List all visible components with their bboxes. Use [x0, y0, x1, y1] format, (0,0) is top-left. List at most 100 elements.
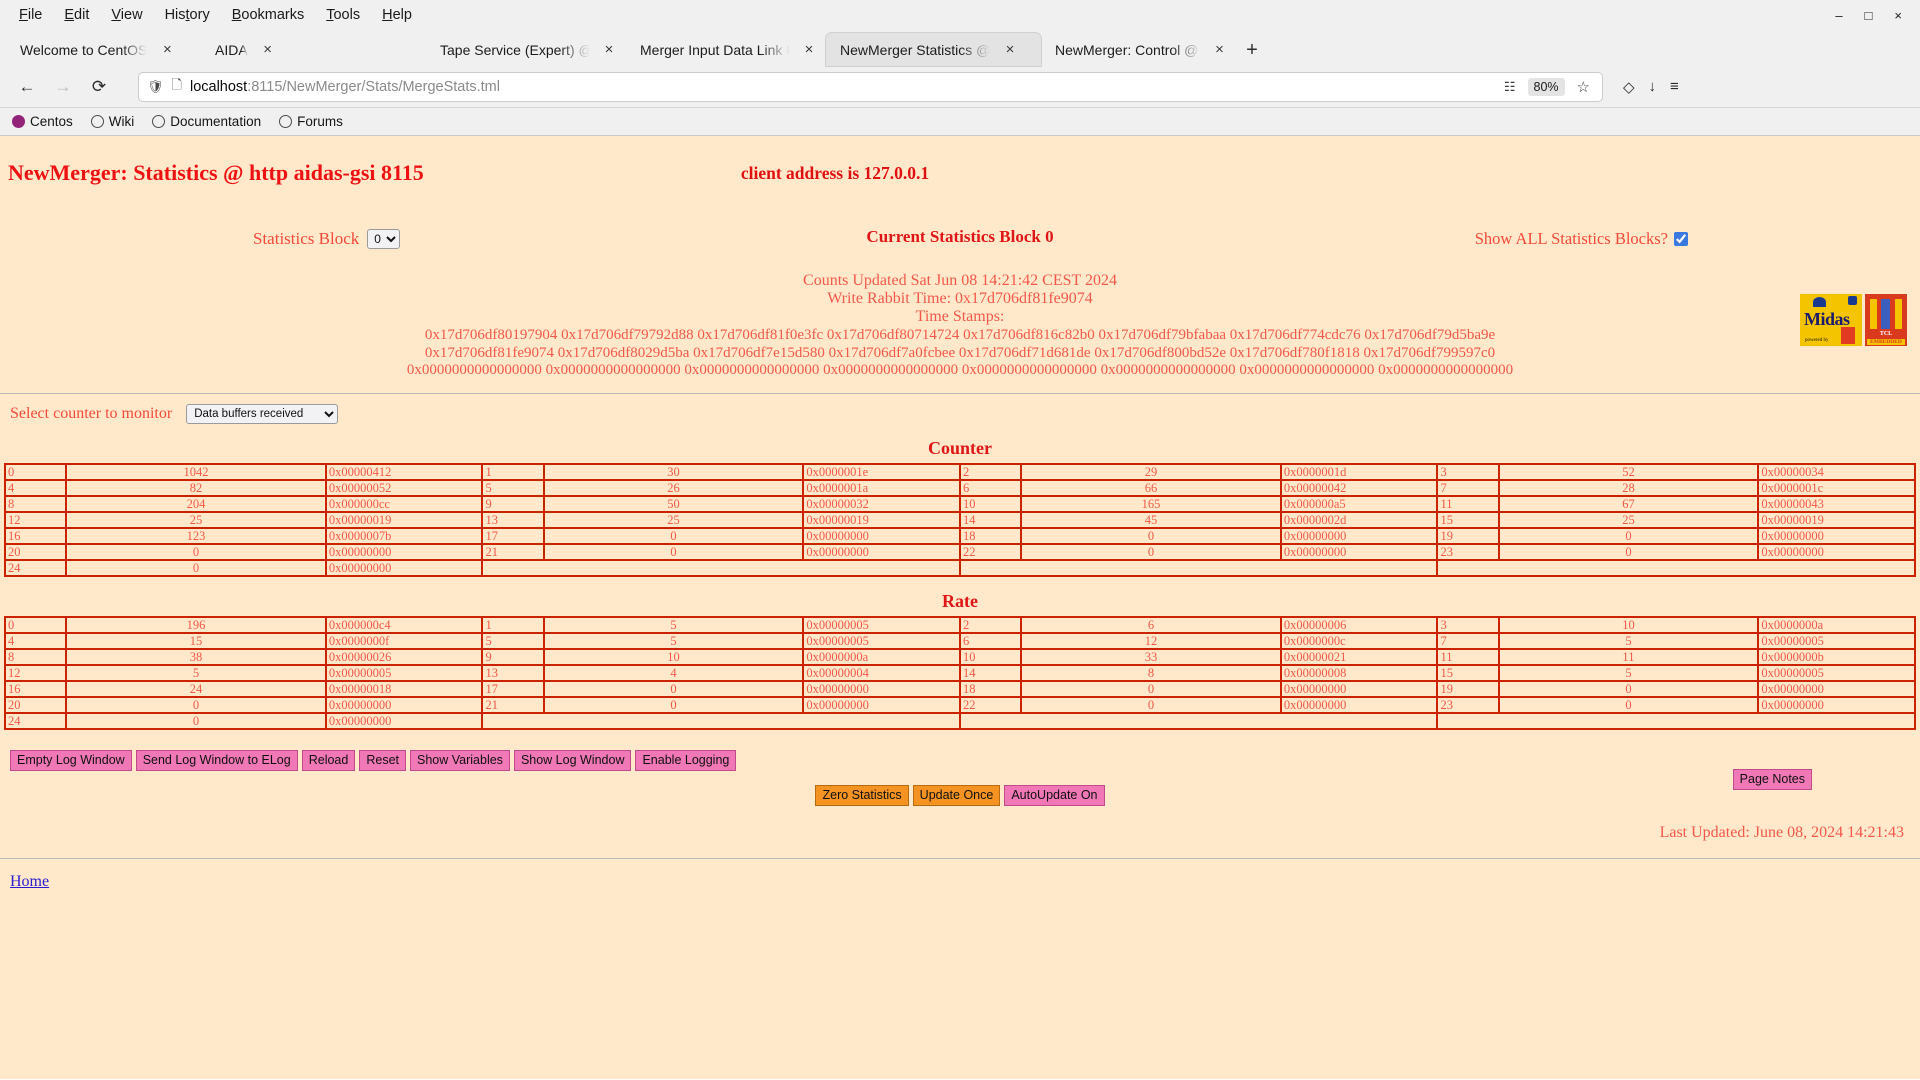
- menu-file[interactable]: File: [8, 3, 53, 27]
- cell-empty: [1437, 713, 1915, 729]
- tab-close-icon[interactable]: ×: [1002, 42, 1018, 57]
- counter-section-title: Counter: [0, 438, 1920, 459]
- cell-hex: 0x0000000c: [1281, 633, 1438, 649]
- forward-arrow-icon[interactable]: →: [48, 72, 78, 102]
- show-variables-button[interactable]: Show Variables: [410, 750, 510, 771]
- cell-hex: 0x00000005: [1758, 633, 1915, 649]
- tab-close-icon[interactable]: ×: [260, 42, 276, 57]
- cell-hex: 0x00000018: [326, 681, 483, 697]
- tcl-stripe-icon: [1895, 299, 1902, 329]
- cell-empty: [482, 560, 959, 576]
- show-log-window-button[interactable]: Show Log Window: [514, 750, 632, 771]
- cell-hex: 0x0000000b: [1758, 649, 1915, 665]
- reload-icon[interactable]: ⟳: [84, 72, 114, 102]
- cell-decimal: 25: [1499, 512, 1759, 528]
- rate-table: 01960x000000c4150x00000005260x0000000631…: [4, 616, 1916, 730]
- zero-statistics-button[interactable]: Zero Statistics: [815, 785, 908, 806]
- tab-newmerger-statistics[interactable]: NewMerger Statistics @ aidas ×: [826, 33, 1041, 66]
- select-counter-dropdown[interactable]: Data buffers receivedData buffers sentBy…: [186, 404, 338, 424]
- cell-index: 11: [1437, 496, 1498, 512]
- menu-tools[interactable]: Tools: [315, 3, 371, 27]
- tab-welcome-to-centos[interactable]: Welcome to CentOS ×: [6, 33, 201, 66]
- menu-view[interactable]: View: [100, 3, 153, 27]
- download-icon[interactable]: ↓: [1649, 78, 1657, 95]
- tab-merger-input-data-link-rates[interactable]: Merger Input Data Link Rates ×: [626, 33, 826, 66]
- update-once-button[interactable]: Update Once: [913, 785, 1001, 806]
- menu-bookmarks[interactable]: Bookmarks: [221, 3, 316, 27]
- show-all-blocks-checkbox[interactable]: [1674, 232, 1688, 246]
- cell-decimal: 33: [1021, 649, 1281, 665]
- menu-history[interactable]: History: [154, 3, 221, 27]
- autoupdate-toggle-button[interactable]: AutoUpdate On: [1004, 785, 1104, 806]
- menu-help[interactable]: Help: [371, 3, 423, 27]
- cell-hex: 0x00000008: [1281, 665, 1438, 681]
- tab-label: NewMerger: Control @ aidas: [1055, 42, 1201, 58]
- tcl-logo-text: TCL: [1865, 331, 1907, 337]
- back-arrow-icon[interactable]: ←: [12, 72, 42, 102]
- tab-tape-service-expert[interactable]: Tape Service (Expert) @ aidas ×: [426, 33, 626, 66]
- bookmark-centos[interactable]: Centos: [12, 114, 73, 129]
- cell-hex: 0x00000000: [326, 713, 483, 729]
- close-window-icon[interactable]: ×: [1894, 9, 1902, 22]
- cell-decimal: 0: [66, 713, 326, 729]
- table-row: 12250x0000001913250x0000001914450x000000…: [5, 512, 1915, 528]
- tab-close-icon[interactable]: ×: [159, 42, 175, 57]
- bookmark-forums[interactable]: Forums: [279, 114, 343, 129]
- new-tab-button[interactable]: +: [1236, 34, 1268, 66]
- cell-index: 20: [5, 697, 66, 713]
- tab-close-icon[interactable]: ×: [802, 42, 816, 57]
- cell-hex: 0x00000000: [803, 528, 960, 544]
- cell-hex: 0x0000001a: [803, 480, 960, 496]
- cell-decimal: 66: [1021, 480, 1281, 496]
- table-row: 161230x0000007b1700x000000001800x0000000…: [5, 528, 1915, 544]
- address-bar[interactable]: 🛡 🗋 localhost:8115/NewMerger/Stats/Merge…: [138, 72, 1603, 102]
- cell-decimal: 0: [544, 544, 804, 560]
- tab-close-icon[interactable]: ×: [1213, 42, 1226, 57]
- pocket-icon[interactable]: ◇: [1623, 78, 1635, 96]
- bookmark-wiki[interactable]: Wiki: [91, 114, 135, 129]
- cell-hex: 0x0000001e: [803, 464, 960, 480]
- cell-index: 24: [5, 560, 66, 576]
- time-stamps-row: 0x17d706df81fe9074 0x17d706df8029d5ba 0x…: [0, 345, 1920, 362]
- bookmark-documentation[interactable]: Documentation: [152, 114, 261, 129]
- cell-hex: 0x00000000: [326, 560, 483, 576]
- bookmark-label: Centos: [30, 114, 73, 129]
- cell-decimal: 25: [544, 512, 804, 528]
- reader-view-icon[interactable]: ☷: [1500, 79, 1520, 95]
- minimize-icon[interactable]: –: [1835, 9, 1842, 22]
- midas-logo-subtext: powered by: [1805, 338, 1828, 343]
- cell-decimal: 28: [1499, 480, 1759, 496]
- reload-button[interactable]: Reload: [302, 750, 356, 771]
- bookmark-star-icon[interactable]: ☆: [1573, 78, 1594, 96]
- app-menu-icon[interactable]: ≡: [1670, 78, 1679, 95]
- reset-button[interactable]: Reset: [359, 750, 406, 771]
- cell-index: 3: [1437, 464, 1498, 480]
- page-content: NewMerger: Statistics @ http aidas-gsi 8…: [0, 136, 1920, 1079]
- tab-label: Merger Input Data Link Rates: [640, 42, 790, 58]
- cell-decimal: 0: [1499, 681, 1759, 697]
- tab-aida[interactable]: AIDA ×: [201, 33, 426, 66]
- zoom-level-indicator[interactable]: 80%: [1528, 78, 1565, 96]
- empty-log-window-button[interactable]: Empty Log Window: [10, 750, 132, 771]
- maximize-icon[interactable]: □: [1865, 9, 1873, 22]
- cell-hex: 0x0000000f: [326, 633, 483, 649]
- bookmark-label: Forums: [297, 114, 343, 129]
- tab-close-icon[interactable]: ×: [602, 42, 616, 57]
- menu-edit[interactable]: Edit: [53, 3, 100, 27]
- page-notes-button[interactable]: Page Notes: [1733, 769, 1812, 790]
- globe-icon: [91, 115, 104, 128]
- time-stamps-row: 0x17d706df80197904 0x17d706df79792d88 0x…: [0, 327, 1920, 344]
- cell-hex: 0x00000042: [1281, 480, 1438, 496]
- cell-hex: 0x000000c4: [326, 617, 483, 633]
- cell-decimal: 10: [1499, 617, 1759, 633]
- cell-decimal: 38: [66, 649, 326, 665]
- cell-hex: 0x00000043: [1758, 496, 1915, 512]
- tab-label: Tape Service (Expert) @ aidas: [440, 42, 590, 58]
- tab-newmerger-control[interactable]: NewMerger: Control @ aidas ×: [1041, 33, 1236, 66]
- cell-index: 12: [5, 512, 66, 528]
- send-log-to-elog-button[interactable]: Send Log Window to ELog: [136, 750, 298, 771]
- home-link[interactable]: Home: [0, 859, 49, 891]
- action-button-row: Zero Statistics Update Once AutoUpdate O…: [0, 785, 1920, 806]
- enable-logging-button[interactable]: Enable Logging: [635, 750, 736, 771]
- statistics-block-controls: Statistics Block 0123 Current Statistics…: [0, 224, 1920, 268]
